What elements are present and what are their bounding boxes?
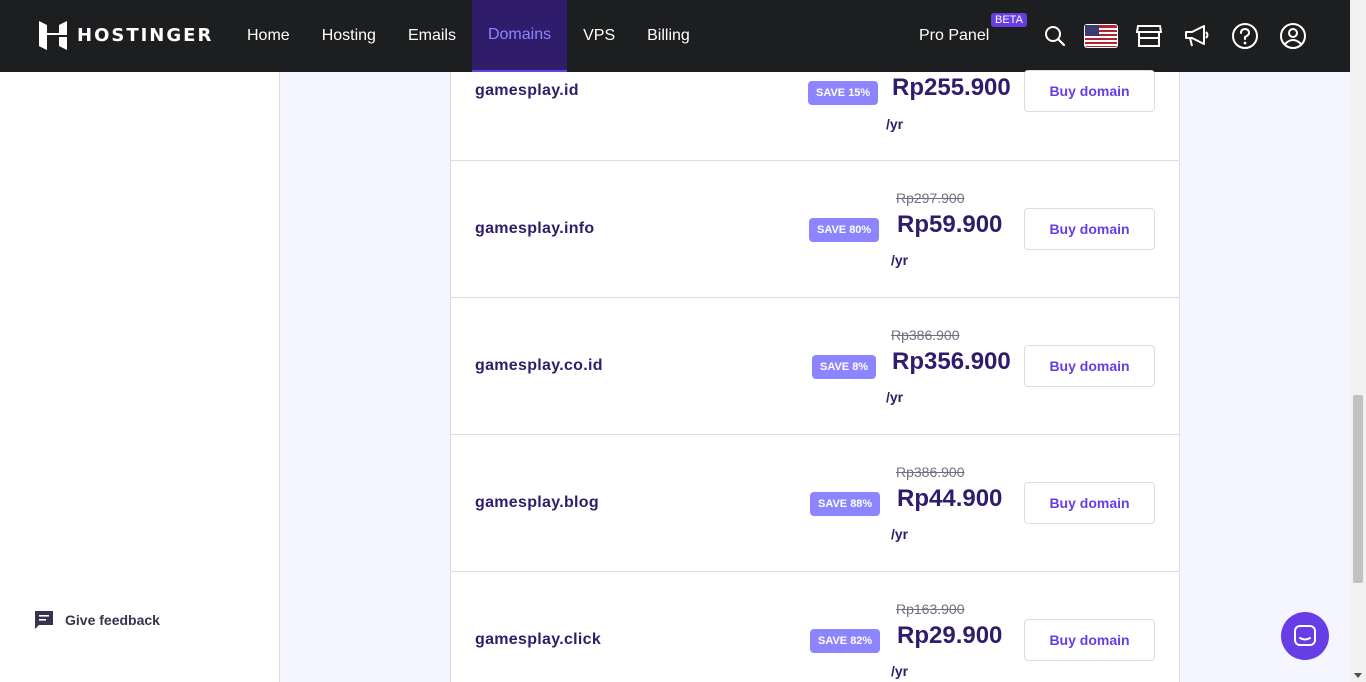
nav-vps[interactable]: VPS: [567, 0, 631, 72]
pro-panel-link[interactable]: Pro Panel BETA: [919, 13, 1027, 45]
buy-domain-button[interactable]: Buy domain: [1024, 208, 1155, 250]
save-badge: SAVE 82%: [810, 629, 881, 653]
original-price: Rp386.900: [896, 464, 965, 480]
original-price: Rp297.900: [896, 190, 965, 206]
top-navbar: HOSTINGER Home Hosting Emails Domains VP…: [0, 0, 1350, 72]
original-price: Rp386.900: [891, 327, 960, 343]
domain-row: gamesplay.info Rp297.900 SAVE 80% Rp59.9…: [450, 161, 1180, 298]
chat-icon: [1294, 625, 1316, 646]
buy-domain-button[interactable]: Buy domain: [1024, 482, 1155, 524]
save-badge: SAVE 8%: [812, 355, 877, 379]
give-feedback-label: Give feedback: [65, 612, 160, 628]
megaphone-icon[interactable]: [1183, 22, 1211, 50]
nav-domains[interactable]: Domains: [471, 0, 568, 72]
help-icon[interactable]: [1231, 22, 1259, 50]
price-period: /yr: [891, 526, 909, 542]
domain-price: Rp44.900: [897, 485, 1003, 512]
nav-hosting[interactable]: Hosting: [306, 0, 392, 72]
original-price: Rp163.900: [896, 601, 965, 617]
save-badge: SAVE 15%: [808, 81, 879, 105]
buy-domain-button[interactable]: Buy domain: [1024, 345, 1155, 387]
store-icon[interactable]: [1135, 22, 1163, 50]
domain-name: gamesplay.co.id: [475, 357, 603, 374]
nav-home[interactable]: Home: [231, 0, 306, 72]
price-period: /yr: [891, 252, 909, 268]
hostinger-logo[interactable]: HOSTINGER: [39, 21, 213, 50]
domain-row: gamesplay.click Rp163.900 SAVE 82% Rp29.…: [450, 572, 1180, 682]
chat-launcher-button[interactable]: [1281, 612, 1329, 660]
page-scrollbar[interactable]: [1350, 0, 1366, 682]
save-badge: SAVE 80%: [809, 218, 880, 242]
pro-panel-label: Pro Panel: [919, 27, 990, 44]
us-flag-icon[interactable]: [1084, 22, 1118, 50]
domain-price: Rp356.900: [892, 348, 1011, 375]
beta-badge: BETA: [991, 13, 1027, 27]
nav-emails[interactable]: Emails: [392, 0, 472, 72]
domain-name: gamesplay.click: [475, 631, 602, 648]
domain-row: gamesplay.co.id Rp386.900 SAVE 8% Rp356.…: [450, 298, 1180, 435]
price-period: /yr: [886, 389, 904, 405]
give-feedback-button[interactable]: Give feedback: [33, 609, 160, 631]
domain-price: Rp59.900: [897, 211, 1003, 238]
domain-name: gamesplay.id: [475, 82, 579, 99]
domain-name: gamesplay.info: [475, 220, 595, 237]
search-icon[interactable]: [1041, 22, 1069, 50]
domain-price: Rp255.900: [892, 74, 1011, 101]
domain-price: Rp29.900: [897, 622, 1003, 649]
main-nav: Home Hosting Emails Domains VPS Billing: [231, 0, 706, 72]
domain-name: gamesplay.blog: [475, 494, 599, 511]
brand-name: HOSTINGER: [77, 25, 214, 46]
hostinger-logo-icon: [39, 21, 67, 50]
price-period: /yr: [886, 116, 904, 132]
buy-domain-button[interactable]: Buy domain: [1024, 619, 1155, 661]
domain-row: gamesplay.id SAVE 15% Rp255.900 /yr Buy …: [450, 70, 1180, 161]
header-tools: Pro Panel BETA: [919, 0, 1027, 72]
scrollbar-thumb[interactable]: [1353, 395, 1363, 583]
account-icon[interactable]: [1279, 22, 1307, 50]
buy-domain-button[interactable]: Buy domain: [1024, 70, 1155, 112]
price-period: /yr: [891, 663, 909, 679]
save-badge: SAVE 88%: [810, 492, 881, 516]
nav-billing[interactable]: Billing: [631, 0, 706, 72]
scroll-down-arrow-icon[interactable]: [1354, 673, 1362, 678]
sidebar: Give feedback: [0, 72, 280, 682]
domain-results-list: gamesplay.id SAVE 15% Rp255.900 /yr Buy …: [450, 70, 1180, 682]
domain-row: gamesplay.blog Rp386.900 SAVE 88% Rp44.9…: [450, 435, 1180, 572]
feedback-icon: [35, 611, 53, 629]
